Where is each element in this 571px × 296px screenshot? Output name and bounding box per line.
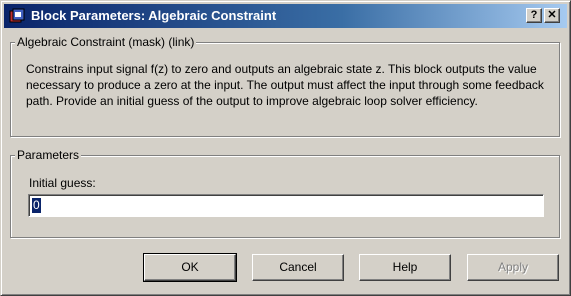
title-bar[interactable]: Block Parameters: Algebraic Constraint ?…	[4, 4, 567, 28]
close-x-icon: ✕	[547, 9, 557, 21]
apply-button[interactable]: Apply	[467, 254, 559, 281]
parameters-group: Parameters Initial guess: 0	[10, 148, 560, 238]
close-caption-button[interactable]: ✕	[544, 8, 560, 23]
description-group-legend: Algebraic Constraint (mask) (link)	[15, 35, 197, 49]
block-description: Constrains input signal f(z) to zero and…	[26, 62, 544, 108]
ok-button-label: OK	[181, 260, 199, 274]
help-button[interactable]: Help	[359, 254, 451, 281]
question-mark-icon: ?	[530, 9, 538, 21]
parameters-group-legend: Parameters	[15, 148, 82, 162]
help-button-label: Help	[392, 260, 418, 274]
ok-button[interactable]: OK	[143, 253, 237, 282]
window-title: Block Parameters: Algebraic Constraint	[31, 8, 277, 23]
cancel-button-label: Cancel	[279, 260, 317, 274]
cancel-button[interactable]: Cancel	[252, 254, 344, 281]
simulink-block-icon	[9, 8, 25, 23]
apply-button-label: Apply	[497, 260, 529, 274]
help-caption-button[interactable]: ?	[526, 8, 542, 23]
description-group: Algebraic Constraint (mask) (link) Const…	[10, 35, 560, 137]
initial-guess-label: Initial guess:	[29, 176, 96, 190]
block-parameters-dialog: Block Parameters: Algebraic Constraint ?…	[0, 0, 571, 296]
initial-guess-value: 0	[32, 198, 41, 213]
initial-guess-input[interactable]: 0	[28, 194, 544, 217]
